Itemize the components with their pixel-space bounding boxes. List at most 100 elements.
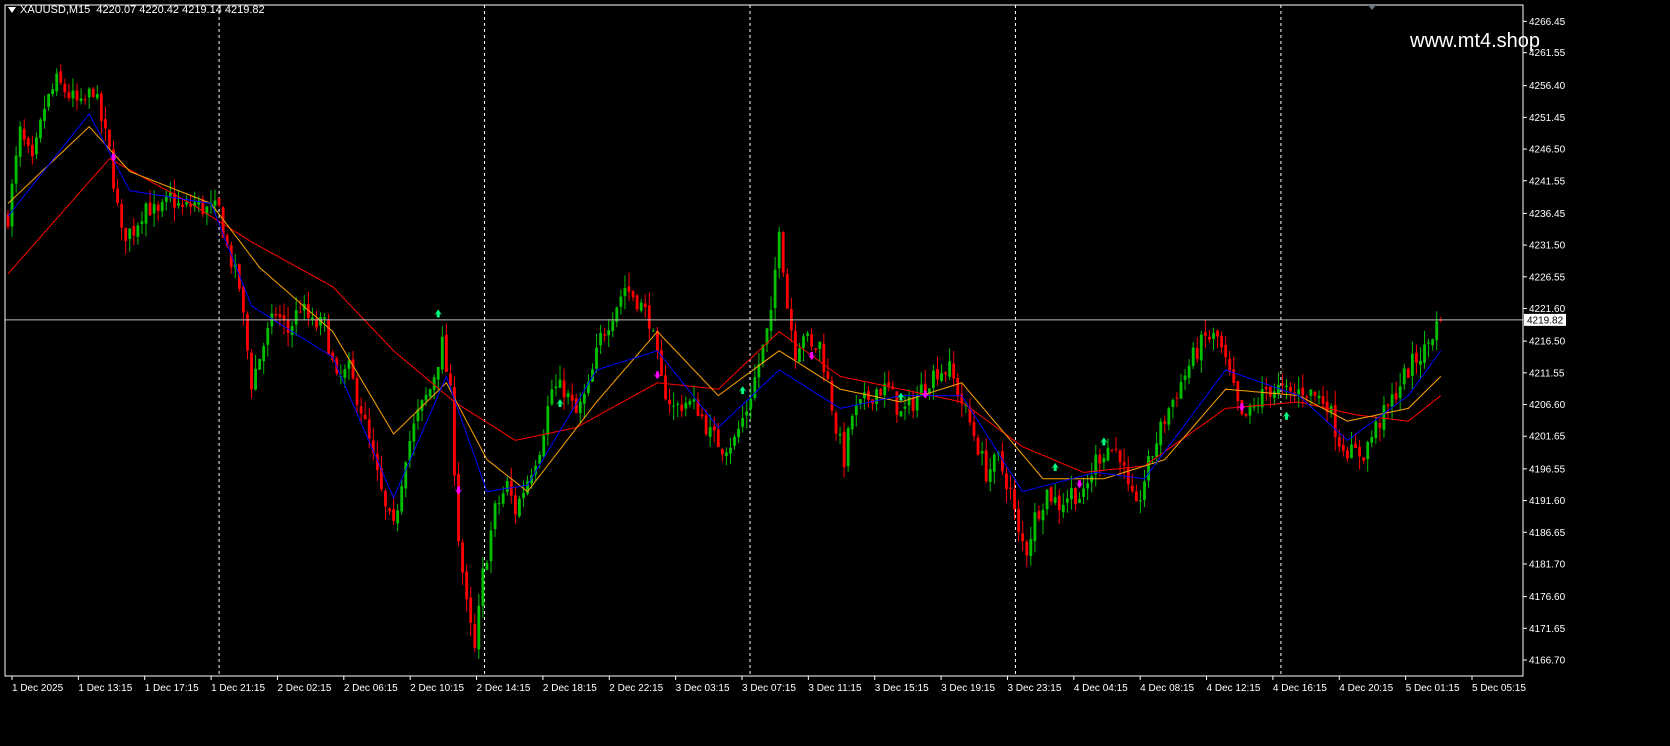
candle	[116, 179, 119, 207]
candle	[838, 426, 842, 445]
chart-window[interactable]: 4266.45 4261.55 4256.40 4251.45 4246.50 4241.…	[0, 0, 1670, 746]
candle	[1009, 474, 1012, 501]
candle-body	[1191, 347, 1195, 367]
candle-body	[278, 314, 282, 318]
candle-body	[1236, 381, 1240, 401]
candle	[1293, 383, 1297, 402]
candle-body	[712, 426, 716, 431]
x-tick-label: 2 Dec 02:15	[277, 683, 331, 694]
candle-body	[258, 358, 262, 370]
candle-body	[976, 437, 980, 455]
candle-body	[1212, 332, 1215, 339]
candle-body	[741, 417, 745, 427]
candle-body	[250, 352, 253, 390]
candle-body	[177, 202, 180, 206]
candle	[1061, 493, 1065, 519]
candle-body	[639, 302, 643, 311]
candle	[854, 394, 858, 427]
day-separators	[218, 5, 1282, 676]
candle-body	[826, 371, 830, 380]
candle	[647, 292, 651, 340]
candle	[71, 78, 75, 108]
candle-body	[132, 226, 136, 236]
candle	[481, 557, 485, 618]
price-chart[interactable]: 4266.454261.554256.404251.454246.504241.…	[0, 0, 1670, 746]
candle	[30, 135, 34, 165]
candle-body	[185, 202, 188, 205]
candle-body	[550, 389, 554, 405]
candle	[384, 489, 387, 520]
candle-body	[404, 462, 408, 489]
candle	[834, 410, 838, 441]
candle-body	[1098, 454, 1102, 464]
dropdown-triangle-icon[interactable]	[8, 7, 16, 14]
candle	[806, 331, 809, 342]
symbol-label: XAUUSD,M15	[20, 4, 91, 16]
candle	[164, 190, 168, 211]
candle-body	[75, 90, 79, 101]
candle-body	[1427, 342, 1430, 344]
candle-body	[1431, 339, 1435, 346]
candle	[777, 226, 781, 279]
candle	[128, 228, 132, 252]
candle	[550, 379, 554, 406]
candle	[603, 327, 607, 342]
candle-body	[749, 398, 753, 409]
sell-arrow-icon	[454, 486, 463, 495]
x-tick-label: 4 Dec 04:15	[1074, 683, 1128, 694]
candle-body	[1134, 491, 1138, 502]
candle-body	[733, 436, 736, 446]
y-tick-label: 4246.50	[1529, 145, 1566, 156]
low-value: 4219.14	[182, 4, 222, 16]
candle	[554, 374, 558, 397]
y-tick-label: 4236.45	[1529, 209, 1566, 220]
high-value: 4220.42	[139, 4, 180, 16]
candle	[615, 306, 619, 328]
candle	[936, 356, 939, 386]
candle-body	[542, 435, 546, 457]
candle-body	[1199, 334, 1203, 361]
candle-body	[1167, 408, 1171, 425]
candle	[323, 313, 326, 332]
candle-body	[607, 330, 611, 336]
candle	[319, 312, 322, 336]
candle-body	[424, 394, 428, 401]
candle-body	[582, 393, 586, 404]
candle-body	[903, 406, 907, 409]
candle-body	[144, 203, 148, 224]
candle-body	[152, 204, 156, 214]
y-tick-label: 4171.65	[1529, 624, 1566, 635]
candle-body	[120, 204, 124, 228]
candle-body	[400, 486, 404, 512]
y-tick-label: 4186.65	[1529, 528, 1566, 539]
candle-body	[91, 89, 95, 97]
candle-body	[656, 330, 659, 352]
candle	[18, 121, 22, 167]
candle-body	[323, 317, 326, 319]
candle	[944, 371, 947, 383]
candle-body	[988, 469, 992, 482]
candle-body	[79, 98, 83, 101]
y-tick-label: 4181.70	[1529, 559, 1566, 570]
candle-body	[10, 183, 14, 227]
candle-body	[1061, 504, 1065, 513]
candle	[737, 420, 740, 443]
candle-body	[1126, 467, 1130, 485]
candle	[1045, 489, 1049, 516]
candle-body	[388, 508, 391, 512]
candle-body	[1301, 387, 1305, 396]
candle-body	[802, 336, 805, 348]
price-tag-label: 4219.82	[1527, 315, 1564, 326]
candle-body	[708, 427, 712, 437]
candle-body	[396, 510, 400, 524]
candle-body	[497, 503, 501, 505]
candle-body	[818, 341, 822, 349]
candle-body	[104, 119, 107, 129]
candle	[651, 328, 655, 332]
candle	[1191, 342, 1195, 370]
y-tick-label: 4166.70	[1529, 655, 1566, 666]
candle-body	[887, 382, 891, 386]
candle	[956, 373, 960, 404]
candle	[1244, 413, 1248, 418]
candle	[400, 479, 404, 515]
